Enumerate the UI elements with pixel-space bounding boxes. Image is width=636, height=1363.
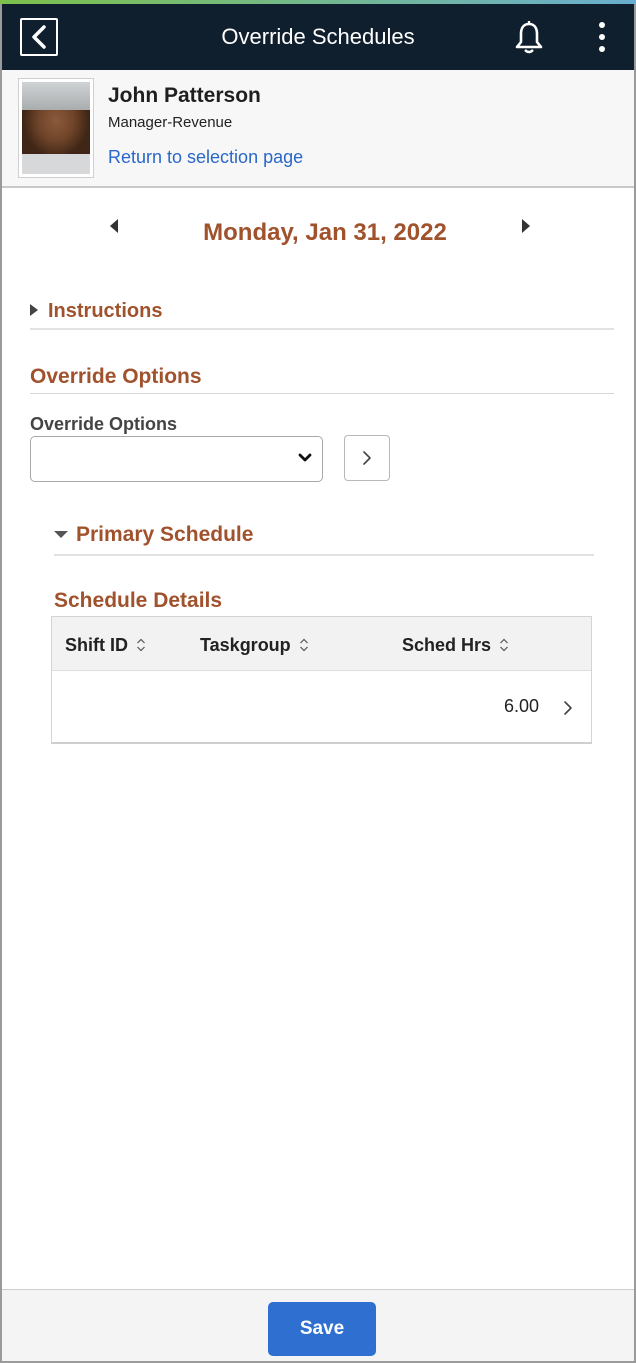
override-options-label: Override Options <box>30 414 178 434</box>
table-row[interactable]: 6.00 <box>52 672 591 742</box>
sort-icon <box>500 638 508 652</box>
override-go-button[interactable] <box>344 435 390 481</box>
divider <box>30 328 614 330</box>
divider <box>30 393 614 394</box>
column-header-sched-hrs[interactable]: Sched Hrs <box>402 635 509 656</box>
primary-schedule-toggle[interactable]: Primary Schedule <box>54 523 253 547</box>
caret-down-icon <box>54 531 68 538</box>
schedule-details-heading: Schedule Details <box>54 589 223 612</box>
grid-header: Shift ID Taskgroup Sched Hrs <box>52 617 591 671</box>
chevron-right-icon <box>564 701 572 715</box>
override-options-select[interactable] <box>30 436 323 482</box>
sort-icon <box>137 638 145 652</box>
sort-icon <box>299 638 308 652</box>
avatar <box>18 78 94 178</box>
kebab-menu-icon <box>599 22 605 28</box>
top-bar: Override Schedules <box>2 4 634 70</box>
schedule-details-grid: Shift ID Taskgroup Sched Hrs 6.00 <box>51 616 592 744</box>
bell-icon <box>515 21 543 54</box>
save-button[interactable]: Save <box>268 1302 376 1356</box>
employee-header: John Patterson Manager-Revenue Return to… <box>2 70 634 188</box>
instructions-label: Instructions <box>48 300 163 322</box>
sched-hrs-cell: 6.00 <box>503 696 539 716</box>
notifications-button[interactable] <box>514 20 544 59</box>
primary-schedule-label: Primary Schedule <box>76 523 254 546</box>
override-options-heading: Override Options <box>30 365 202 388</box>
caret-right-icon <box>30 304 38 316</box>
employee-job-title: Manager-Revenue <box>108 114 233 131</box>
chevron-down-icon <box>298 453 312 462</box>
more-actions-button[interactable] <box>594 20 610 56</box>
divider <box>54 554 594 556</box>
footer-bar: Save <box>2 1289 634 1361</box>
chevron-right-icon <box>363 451 371 465</box>
next-date-button[interactable] <box>522 219 530 233</box>
employee-name: John Patterson <box>108 84 261 107</box>
previous-date-button[interactable] <box>110 219 118 233</box>
instructions-toggle[interactable]: Instructions <box>30 300 162 323</box>
column-header-shift-id[interactable]: Shift ID <box>65 635 146 656</box>
return-to-selection-link[interactable]: Return to selection page <box>108 147 303 168</box>
current-date: Monday, Jan 31, 2022 <box>203 219 447 246</box>
column-header-taskgroup[interactable]: Taskgroup <box>200 635 309 656</box>
